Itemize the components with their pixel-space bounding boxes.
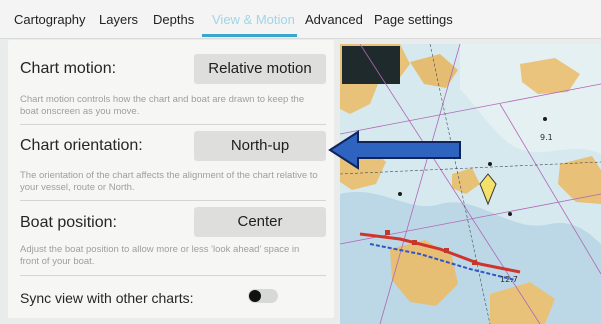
divider: [20, 124, 326, 125]
tab-advanced[interactable]: Advanced: [305, 12, 363, 27]
tab-view-and-motion[interactable]: View & Motion: [212, 12, 295, 27]
chart-orientation-description: The orientation of the chart affects the…: [20, 170, 318, 193]
tab-cartography[interactable]: Cartography: [14, 12, 86, 27]
boat-position-description: Adjust the boat position to allow more o…: [20, 244, 300, 267]
chart-motion-description: Chart motion controls how the chart and …: [20, 94, 305, 117]
settings-panel: Chart motion: Relative motion Chart moti…: [8, 40, 334, 318]
tab-depths[interactable]: Depths: [153, 12, 194, 27]
annotation-arrow-icon: [328, 130, 461, 170]
chart-preview[interactable]: 12.7 9.1: [340, 44, 601, 324]
chart-motion-label: Chart motion:: [20, 60, 117, 77]
boat-position-button[interactable]: Center: [194, 207, 326, 237]
chart-motion-button[interactable]: Relative motion: [194, 54, 326, 84]
chart-orientation-button[interactable]: North-up: [194, 131, 326, 161]
divider: [20, 200, 326, 201]
tab-layers[interactable]: Layers: [99, 12, 138, 27]
boat-position-label: Boat position:: [20, 214, 117, 231]
tab-page-settings[interactable]: Page settings: [374, 12, 453, 27]
sync-view-label: Sync view with other charts:: [20, 290, 194, 306]
chart-orientation-label: Chart orientation:: [20, 137, 143, 154]
depth-label: 9.1: [540, 133, 553, 142]
sync-view-toggle[interactable]: [248, 289, 278, 303]
nautical-chart-map: 12.7 9.1: [340, 44, 601, 324]
divider: [20, 275, 326, 276]
active-tab-indicator: [202, 34, 297, 37]
toggle-knob: [249, 290, 261, 302]
tab-bar: Cartography Layers Depths View & Motion …: [0, 0, 601, 39]
depth-label: 12.7: [500, 275, 518, 284]
